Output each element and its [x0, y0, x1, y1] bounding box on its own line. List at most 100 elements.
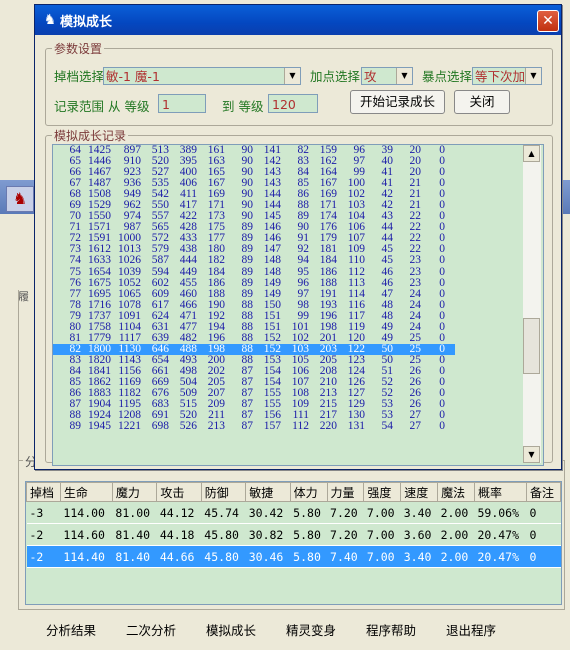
dialog-title-bar[interactable]: ♞ 模拟成长 ✕	[35, 5, 561, 35]
second-analysis-button[interactable]: 二次分析	[126, 620, 176, 639]
add-point-select[interactable]: 攻 ▼	[361, 67, 413, 85]
log-row[interactable]: 88 1924 1208 691 520 211 87 156 111 217 130 53 27 0	[53, 409, 455, 421]
log-row[interactable]: 83 1820 1143 654 493 200 88 153 105 205 123 50 25 0	[53, 354, 455, 366]
log-row[interactable]: 79 1737 1091 624 471 192 88 151 99 196 117 48 24 0	[53, 310, 455, 322]
log-row-tail	[445, 333, 455, 344]
column-header[interactable]: 概率	[473, 482, 527, 502]
table-cell: -3	[26, 501, 61, 524]
column-header[interactable]: 魔法	[437, 482, 475, 502]
log-cell: 131	[347, 420, 365, 433]
log-row-tail	[445, 255, 455, 266]
column-header[interactable]: 体力	[289, 482, 328, 502]
log-row[interactable]: 89 1945 1221 698 526 213 87 157 112 220 131 54 27 0	[53, 420, 455, 433]
growth-log-list[interactable]: 64 1425 897 513 389 161 90 141 82 159 96 39 20 0 65 144…	[52, 144, 544, 466]
column-header[interactable]: 防御	[200, 482, 247, 502]
program-help-button[interactable]: 程序帮助	[366, 620, 416, 639]
table-cell: 81.40	[112, 545, 157, 568]
column-header[interactable]: 敏捷	[245, 482, 291, 502]
log-row[interactable]: 70 1550 974 557 422 173 90 145 89 174 104 43 22 0	[53, 211, 455, 223]
scroll-up-icon[interactable]: ▲	[523, 145, 540, 162]
slot-select[interactable]: 敏-1 魔-1 ▼	[103, 67, 301, 85]
column-header[interactable]: 攻击	[156, 482, 202, 502]
log-row[interactable]: 78 1716 1078 617 466 190 88 150 98 193 116 48 24 0	[53, 299, 455, 311]
log-row[interactable]: 75 1654 1039 594 449 184 89 148 95 186 112 46 23 0	[53, 265, 455, 278]
chevron-down-icon[interactable]: ▼	[396, 68, 412, 84]
range-from-input[interactable]: 1	[158, 94, 206, 113]
start-record-button[interactable]: 开始记录成长	[350, 90, 445, 114]
log-row[interactable]: 81 1779 1117 639 482 196 88 152 102 201 120 49 25 0	[53, 332, 455, 344]
sprite-transform-button[interactable]: 精灵变身	[286, 620, 336, 639]
chevron-down-icon[interactable]: ▼	[525, 68, 541, 84]
log-cell: 0	[439, 287, 445, 300]
column-header[interactable]: 生命	[59, 482, 113, 502]
log-row[interactable]: 80 1758 1104 631 477 194 88 151 101 198 119 49 24 0	[53, 321, 455, 333]
log-row[interactable]: 87 1904 1195 683 515 209 87 155 109 215 129 53 26 0	[53, 398, 455, 410]
exit-program-button[interactable]: 退出程序	[446, 620, 496, 639]
log-row[interactable]: 67 1487 936 535 406 167 90 143 85 167 100 41 21 0	[53, 177, 455, 189]
log-scrollbar[interactable]: ▲ ▼	[523, 145, 541, 463]
log-row[interactable]: 82 1800 1130 646 488 198 88 152 103 203 122 50 25 0	[53, 343, 455, 355]
table-row[interactable]: -2 114.40 81.40 44.66 45.80 30.46 5.80 7.40 7.00…	[26, 545, 561, 568]
table-row[interactable]: -2 114.60 81.40 44.18 45.80 30.82 5.80 7.20 7.00…	[26, 523, 561, 546]
fail-point-select[interactable]: 等下次加 ▼	[472, 67, 542, 85]
log-row[interactable]: 66 1467 923 527 400 165 90 143 84 164 99 41 20 0	[53, 166, 455, 178]
log-cell: 188	[319, 276, 337, 289]
log-row-tail	[445, 399, 455, 410]
log-row-tail	[445, 189, 455, 200]
log-row-tail	[445, 311, 455, 322]
scroll-thumb[interactable]	[523, 318, 540, 374]
simulate-growth-button[interactable]: 模拟成长	[206, 620, 256, 639]
log-row[interactable]: 76 1675 1052 602 455 186 89 149 96 188 113 46 23 0	[53, 276, 455, 289]
scroll-down-icon[interactable]: ▼	[523, 446, 540, 463]
log-row[interactable]: 73 1612 1013 579 438 180 89 147 92 181 109 45 22 0	[53, 244, 455, 256]
column-header[interactable]: 速度	[400, 482, 439, 502]
close-button[interactable]: 关闭	[454, 90, 510, 114]
log-row[interactable]: 71 1571 987 565 428 175 89 146 90 176 106 44 22 0	[53, 222, 455, 234]
log-cell: 94	[297, 254, 310, 267]
log-cell: 698	[151, 420, 169, 433]
log-row[interactable]: 86 1883 1182 676 509 207 87 155 108 213 127 52 26 0	[53, 387, 455, 399]
column-header[interactable]: 备注	[525, 482, 562, 502]
column-header[interactable]: 魔力	[111, 482, 158, 502]
table-cell: 2.00	[437, 523, 475, 546]
table-cell: 59.06%	[474, 501, 527, 524]
table-cell: 81.40	[112, 523, 157, 546]
table-cell: 5.80	[290, 501, 328, 524]
result-table[interactable]: 掉档 生命 魔力 攻击 防御 敏捷 体力 力量 强度 速度 魔法 概率 备注 -3 114.00 81.00…	[25, 481, 562, 605]
log-cell: 1654	[88, 265, 111, 278]
log-cell: 526	[179, 420, 197, 433]
analyze-result-button[interactable]: 分析结果	[46, 620, 96, 639]
log-row-tail	[445, 410, 455, 421]
chevron-down-icon[interactable]: ▼	[284, 68, 300, 84]
log-cell: 45	[381, 254, 394, 267]
table-row[interactable]: -3 114.00 81.00 44.12 45.74 30.42 5.80 7.20 7.00…	[26, 501, 561, 524]
log-row[interactable]: 65 1446 910 520 395 163 90 142 83 162 97 40 20 0	[53, 155, 455, 167]
log-cell: 24	[409, 287, 422, 300]
table-cell: 2.00	[437, 501, 475, 524]
table-cell: 45.80	[201, 545, 246, 568]
log-row[interactable]: 85 1862 1169 669 504 205 87 154 107 210 126 52 26 0	[53, 376, 455, 388]
params-group-label: 参数设置	[52, 40, 105, 57]
log-row[interactable]: 68 1508 949 542 411 169 90 144 86 169 102 42 21 0	[53, 188, 455, 200]
table-cell: 3.60	[400, 523, 438, 546]
log-row[interactable]: 64 1425 897 513 389 161 90 141 82 159 96 39 20 0	[53, 145, 455, 156]
log-row[interactable]: 72 1591 1000 572 433 177 89 146 91 179 107 44 22 0	[53, 233, 455, 245]
log-row-tail	[445, 267, 455, 278]
log-cell: 87	[241, 420, 254, 433]
range-to-input[interactable]: 120	[268, 94, 318, 113]
column-header[interactable]: 强度	[363, 482, 402, 502]
log-row[interactable]: 77 1695 1065 609 460 188 89 149 97 191 114 47 24 0	[53, 287, 455, 300]
log-cell: 77	[69, 287, 82, 300]
log-row[interactable]: 74 1633 1026 587 444 182 89 148 94 184 110 45 23 0	[53, 254, 455, 267]
log-row-tail	[445, 377, 455, 388]
column-header[interactable]: 力量	[326, 482, 365, 502]
log-cell: 157	[263, 420, 281, 433]
column-header[interactable]: 掉档	[26, 482, 61, 502]
log-row[interactable]: 69 1529 962 550 417 171 90 144 88 171 103 42 21 0	[53, 199, 455, 211]
log-row-tail	[445, 355, 455, 366]
log-row[interactable]: 84 1841 1156 661 498 202 87 154 106 208 124 51 26 0	[53, 365, 455, 377]
table-cell: 20.47%	[474, 545, 527, 568]
log-cell: 112	[348, 265, 365, 278]
close-icon[interactable]: ✕	[537, 10, 559, 32]
fail-point-label: 暴点选择	[422, 69, 473, 84]
